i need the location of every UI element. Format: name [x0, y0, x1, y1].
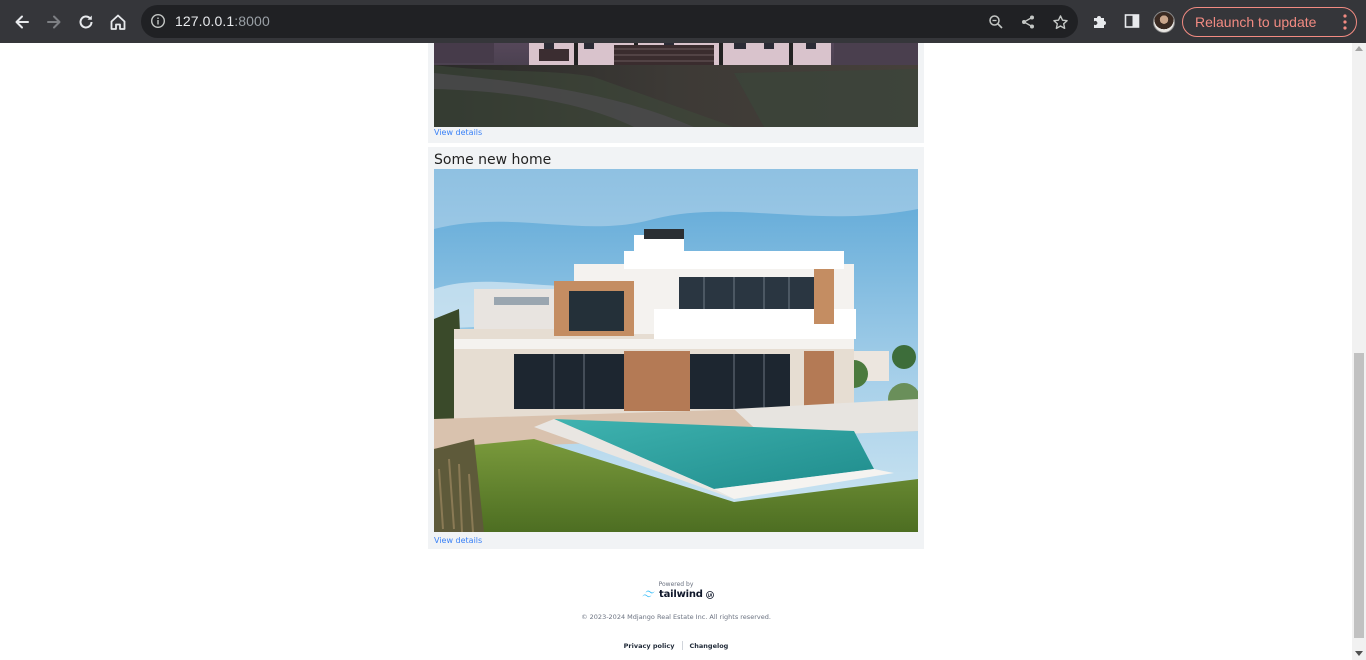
ui-badge-icon [705, 590, 714, 599]
star-icon[interactable] [1050, 12, 1070, 32]
scroll-up-arrow-icon[interactable] [1355, 46, 1363, 51]
view-details-link[interactable]: View details [434, 536, 482, 545]
page-content: View details Some new home View details … [0, 43, 1352, 660]
url-text[interactable]: 127.0.0.1:8000 [175, 13, 270, 29]
footer-links: Privacy policy Changelog [0, 641, 1352, 650]
share-icon[interactable] [1018, 12, 1038, 32]
scroll-thumb[interactable] [1354, 353, 1364, 638]
listing-card: View details [428, 43, 924, 143]
back-icon[interactable] [9, 9, 35, 35]
listing-title: Some new home [434, 152, 552, 168]
privacy-policy-link[interactable]: Privacy policy [624, 642, 675, 650]
menu-dots-icon[interactable] [1343, 14, 1347, 30]
zoom-icon[interactable] [986, 12, 1006, 32]
extensions-icon[interactable] [1090, 11, 1110, 31]
view-details-link[interactable]: View details [434, 128, 482, 137]
reload-icon[interactable] [73, 9, 99, 35]
relaunch-button[interactable]: Relaunch to update [1182, 7, 1357, 37]
powered-by-text: Powered by [658, 581, 694, 588]
forward-icon[interactable] [41, 9, 67, 35]
tailwind-wave-icon [642, 590, 655, 598]
listing-card: Some new home View details [428, 147, 924, 549]
listing-image[interactable] [434, 169, 918, 532]
changelog-link[interactable]: Changelog [690, 642, 729, 650]
address-bar[interactable]: 127.0.0.1:8000 [141, 5, 1078, 38]
side-panel-icon[interactable] [1122, 11, 1142, 31]
browser-toolbar: 127.0.0.1:8000 Relaunch to update [0, 0, 1366, 43]
avatar[interactable] [1153, 11, 1175, 33]
link-divider [681, 641, 683, 650]
tailwind-wordmark: tailwind [659, 589, 703, 600]
home-icon[interactable] [105, 9, 131, 35]
vertical-scrollbar[interactable] [1352, 43, 1366, 660]
copyright-text: © 2023-2024 Mdjango Real Estate Inc. All… [581, 613, 771, 621]
listing-image[interactable] [434, 43, 918, 127]
tailwind-logo[interactable]: tailwind [642, 589, 714, 600]
info-icon[interactable] [150, 13, 166, 29]
relaunch-label: Relaunch to update [1195, 14, 1317, 30]
scroll-down-arrow-icon[interactable] [1355, 651, 1363, 656]
